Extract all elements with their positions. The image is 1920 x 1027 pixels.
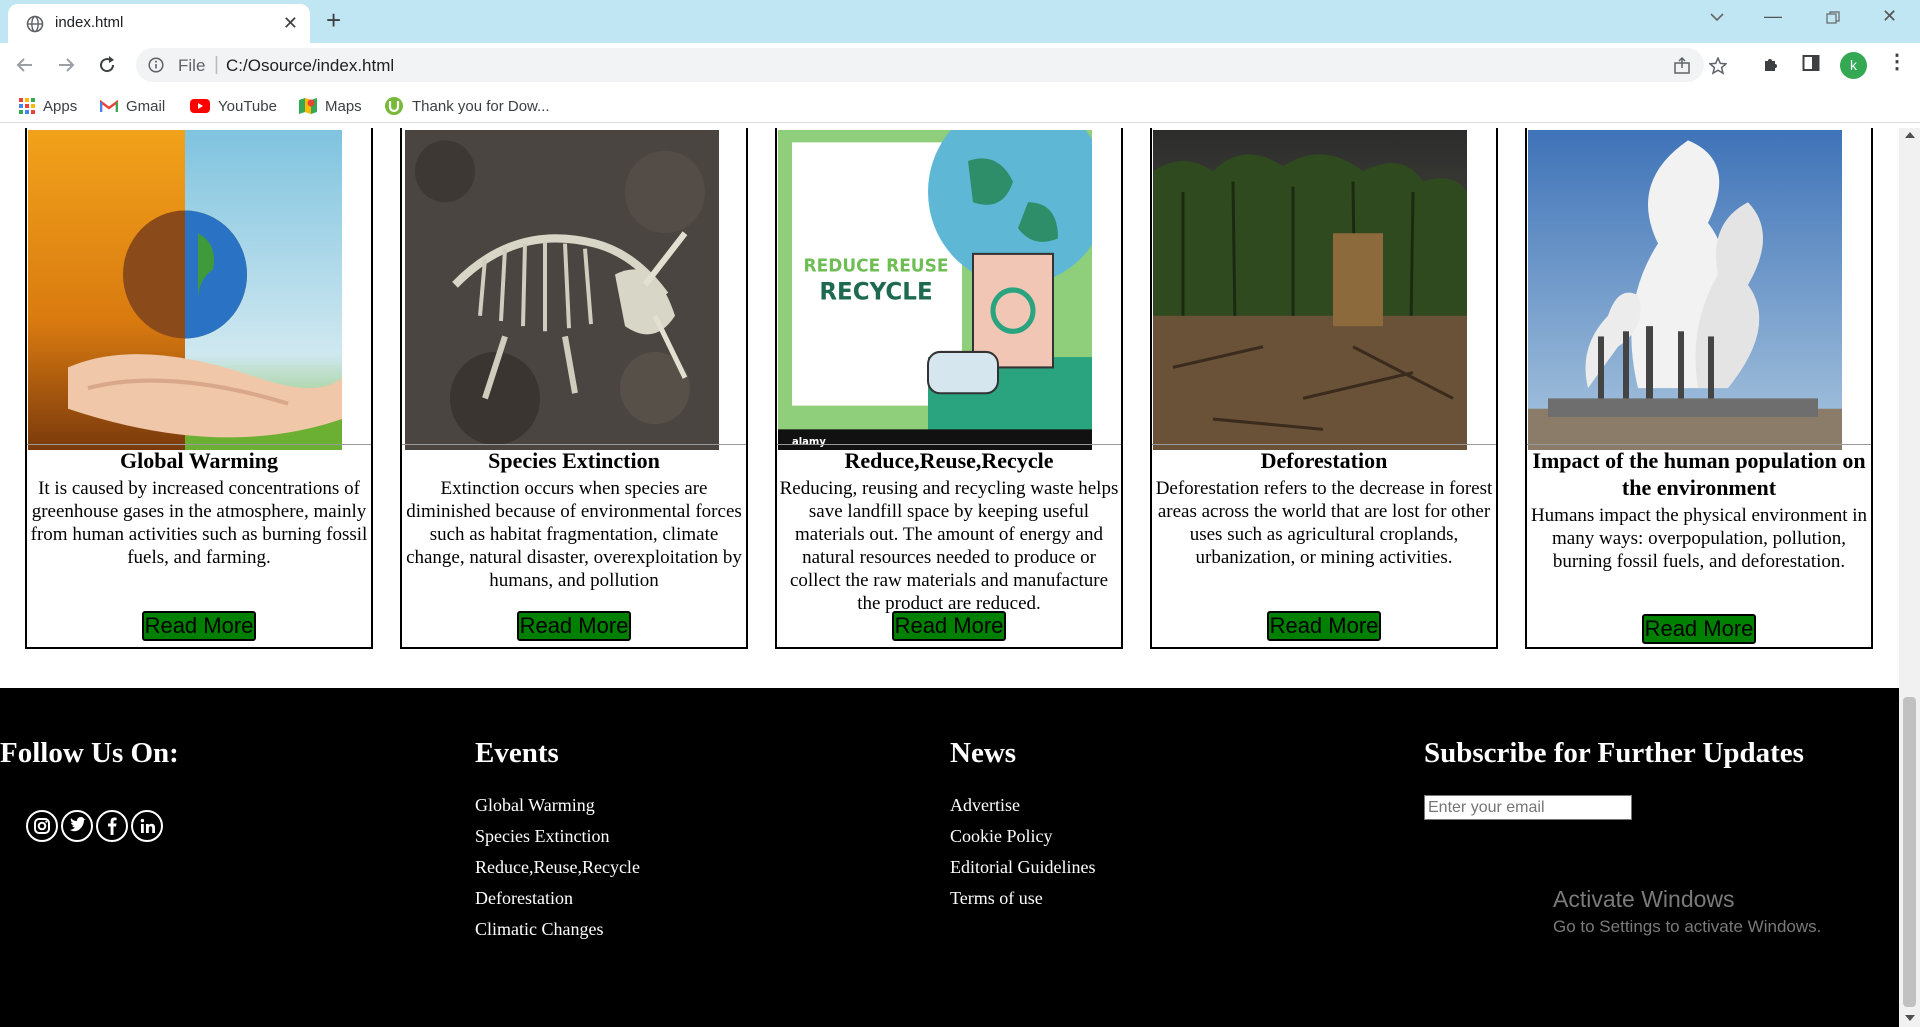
read-more-button[interactable]: Read More (1642, 614, 1756, 644)
email-field[interactable] (1424, 795, 1632, 820)
apps-grid-icon (19, 98, 35, 114)
cleared-forest-image (1153, 130, 1467, 450)
bookmark-label: Apps (43, 97, 78, 115)
card-title: Deforestation (1260, 448, 1388, 473)
back-icon[interactable] (15, 55, 35, 75)
card-divider (777, 444, 1121, 445)
card-title: Reduce,Reuse,Recycle (844, 448, 1054, 473)
read-more-button[interactable]: Read More (517, 611, 631, 641)
scroll-down-arrow-icon[interactable] (1905, 1015, 1915, 1021)
card-description: Humans impact the physical environment i… (1530, 505, 1868, 572)
factory-smoke-image (1528, 130, 1842, 450)
facebook-icon[interactable] (96, 810, 128, 842)
more-menu-icon[interactable]: ⋮ (1887, 52, 1907, 72)
footer-link-global-warming[interactable]: Global Warming (475, 795, 595, 816)
card-description: Extinction occurs when species are dimin… (406, 478, 742, 591)
scrollbar-thumb[interactable] (1903, 697, 1916, 1007)
window-close-icon[interactable]: ✕ (1882, 6, 1897, 27)
bookmark-utorrent[interactable]: Thank you for Dow... (384, 96, 550, 116)
topic-card-deforestation: Deforestation Deforestation refers to th… (1150, 128, 1498, 649)
topic-card-human-impact: Impact of the human population on the en… (1525, 128, 1873, 649)
scroll-up-arrow-icon[interactable] (1905, 132, 1915, 138)
youtube-icon (190, 99, 210, 113)
footer-heading-events: Events (475, 737, 559, 769)
bookmark-label: YouTube (218, 97, 277, 115)
url-scheme: File (178, 56, 206, 75)
card-title: Impact of the human population on the en… (1532, 448, 1866, 500)
bookmark-star-icon[interactable] (1709, 57, 1727, 75)
card-divider (1527, 444, 1871, 445)
card-title: Species Extinction (488, 448, 660, 473)
gmail-icon (100, 99, 118, 112)
earth-in-hands-image (28, 130, 342, 450)
page-viewport: Global Warming It is caused by increased… (0, 128, 1899, 1027)
footer-link-editorial-guidelines[interactable]: Editorial Guidelines (950, 857, 1095, 878)
globe-icon (26, 15, 44, 33)
close-tab-icon[interactable]: ✕ (283, 13, 298, 33)
new-tab-button[interactable]: + (326, 6, 341, 34)
topic-card-species-extinction: Species Extinction Extinction occurs whe… (400, 128, 748, 649)
bookmark-maps[interactable]: Maps (299, 96, 362, 116)
tab-title: index.html (55, 14, 124, 31)
card-divider (1152, 444, 1496, 445)
bookmarks-bar: Apps Gmail YouTube Maps Thank you for Do… (0, 87, 1920, 123)
card-description: It is caused by increased concentrations… (30, 478, 368, 568)
bookmark-label: Thank you for Dow... (412, 97, 550, 115)
dinosaur-fossil-image (405, 130, 719, 450)
poster-text-bottom: RECYCLE (819, 277, 932, 305)
topic-card-global-warming: Global Warming It is caused by increased… (25, 128, 373, 649)
info-icon[interactable] (148, 57, 164, 73)
tab-search-chevron-icon[interactable] (1709, 9, 1725, 25)
extensions-icon[interactable] (1762, 54, 1782, 74)
forward-icon[interactable] (56, 55, 76, 75)
page-footer: Follow Us On: Events Global Warming Spec… (0, 688, 1899, 1027)
bookmark-gmail[interactable]: Gmail (100, 96, 165, 116)
footer-link-reduce-reuse-recycle[interactable]: Reduce,Reuse,Recycle (475, 857, 640, 878)
footer-link-terms-of-use[interactable]: Terms of use (950, 888, 1043, 909)
footer-link-species-extinction[interactable]: Species Extinction (475, 826, 609, 847)
twitter-icon[interactable] (61, 810, 93, 842)
linkedin-icon[interactable] (131, 810, 163, 842)
share-icon[interactable] (1673, 57, 1691, 75)
reload-icon[interactable] (97, 55, 117, 75)
maps-icon (299, 98, 317, 114)
browser-tab[interactable]: index.html ✕ (8, 4, 310, 43)
restore-icon[interactable] (1826, 11, 1840, 25)
side-panel-icon[interactable] (1802, 54, 1820, 72)
read-more-button[interactable]: Read More (1267, 611, 1381, 641)
topic-card-reduce-reuse-recycle: REDUCE REUSE RECYCLE alamy Reduce,Reuse,… (775, 128, 1123, 649)
card-title: Global Warming (120, 448, 278, 473)
browser-toolbar: File | C:/Osource/index.html k ⋮ (0, 43, 1920, 87)
activate-windows-subtitle: Go to Settings to activate Windows. (1553, 917, 1822, 936)
url-text[interactable]: C:/Osource/index.html (226, 56, 394, 76)
card-divider (402, 444, 746, 445)
card-divider (27, 444, 371, 445)
card-description: Deforestation refers to the decrease in … (1155, 478, 1493, 568)
card-description: Reducing, reusing and recycling waste he… (779, 478, 1119, 614)
read-more-button[interactable]: Read More (892, 611, 1006, 641)
url-separator: | (214, 54, 219, 75)
activate-windows-title: Activate Windows (1553, 886, 1735, 912)
footer-heading-follow: Follow Us On: (0, 737, 179, 769)
bookmark-label: Gmail (126, 97, 166, 115)
read-more-button[interactable]: Read More (142, 611, 256, 641)
poster-text-top: REDUCE REUSE (804, 256, 949, 276)
footer-link-advertise[interactable]: Advertise (950, 795, 1020, 816)
tab-strip: index.html ✕ + — ✕ (0, 0, 1920, 43)
footer-link-cookie-policy[interactable]: Cookie Policy (950, 826, 1053, 847)
address-bar[interactable]: File | C:/Osource/index.html (136, 48, 1727, 82)
vertical-scrollbar[interactable] (1899, 128, 1920, 1027)
minimize-icon[interactable]: — (1764, 6, 1782, 27)
footer-heading-news: News (950, 737, 1017, 769)
instagram-icon[interactable] (26, 810, 58, 842)
bookmark-youtube[interactable]: YouTube (190, 96, 277, 116)
footer-link-deforestation[interactable]: Deforestation (475, 888, 573, 909)
profile-avatar[interactable]: k (1840, 52, 1867, 79)
recycle-poster-image: REDUCE REUSE RECYCLE alamy (778, 130, 1092, 450)
bookmark-apps[interactable]: Apps (19, 96, 77, 116)
bookmark-label: Maps (325, 97, 362, 115)
footer-link-climatic-changes[interactable]: Climatic Changes (475, 919, 603, 940)
utorrent-icon (385, 97, 403, 115)
footer-heading-subscribe: Subscribe for Further Updates (1424, 737, 1804, 769)
